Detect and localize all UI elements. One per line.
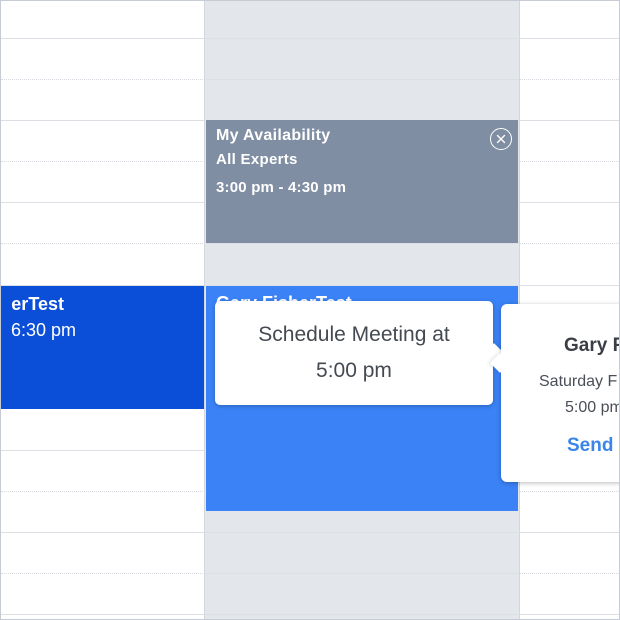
popover-time: 5:00 pm [565, 399, 620, 416]
tooltip-line-2: 5:00 pm [316, 359, 392, 382]
close-icon[interactable] [490, 128, 512, 150]
hour-gridline [1, 614, 619, 615]
popover-attendee-name: Gary F [564, 335, 620, 356]
calendar-week-view: My Availability All Experts 3:00 pm - 4:… [0, 0, 620, 620]
availability-block[interactable]: My Availability All Experts 3:00 pm - 4:… [206, 120, 518, 243]
availability-time: 3:00 pm - 4:30 pm [216, 179, 347, 196]
popover-date: Saturday F [539, 373, 618, 390]
send-button[interactable]: Send [567, 435, 613, 457]
event-time: 6:30 pm [10, 320, 76, 340]
half-hour-gridline [1, 573, 619, 574]
column-divider [204, 1, 205, 619]
calendar-event-left[interactable]: erTest 6:30 pm [1, 286, 204, 409]
half-hour-gridline [1, 79, 619, 80]
hour-gridline [1, 532, 619, 533]
hour-gridline [1, 38, 619, 39]
close-icon-glyph [496, 134, 506, 144]
availability-subtitle: All Experts [216, 151, 298, 168]
event-title: erTest [11, 294, 64, 314]
event-detail-popover: Gary F Saturday F 5:00 pm Send [490, 304, 620, 482]
schedule-meeting-tooltip[interactable]: Schedule Meeting at 5:00 pm [215, 301, 504, 405]
tooltip-line-1: Schedule Meeting at [258, 323, 450, 346]
availability-title: My Availability [216, 127, 331, 144]
half-hour-gridline [1, 243, 619, 244]
